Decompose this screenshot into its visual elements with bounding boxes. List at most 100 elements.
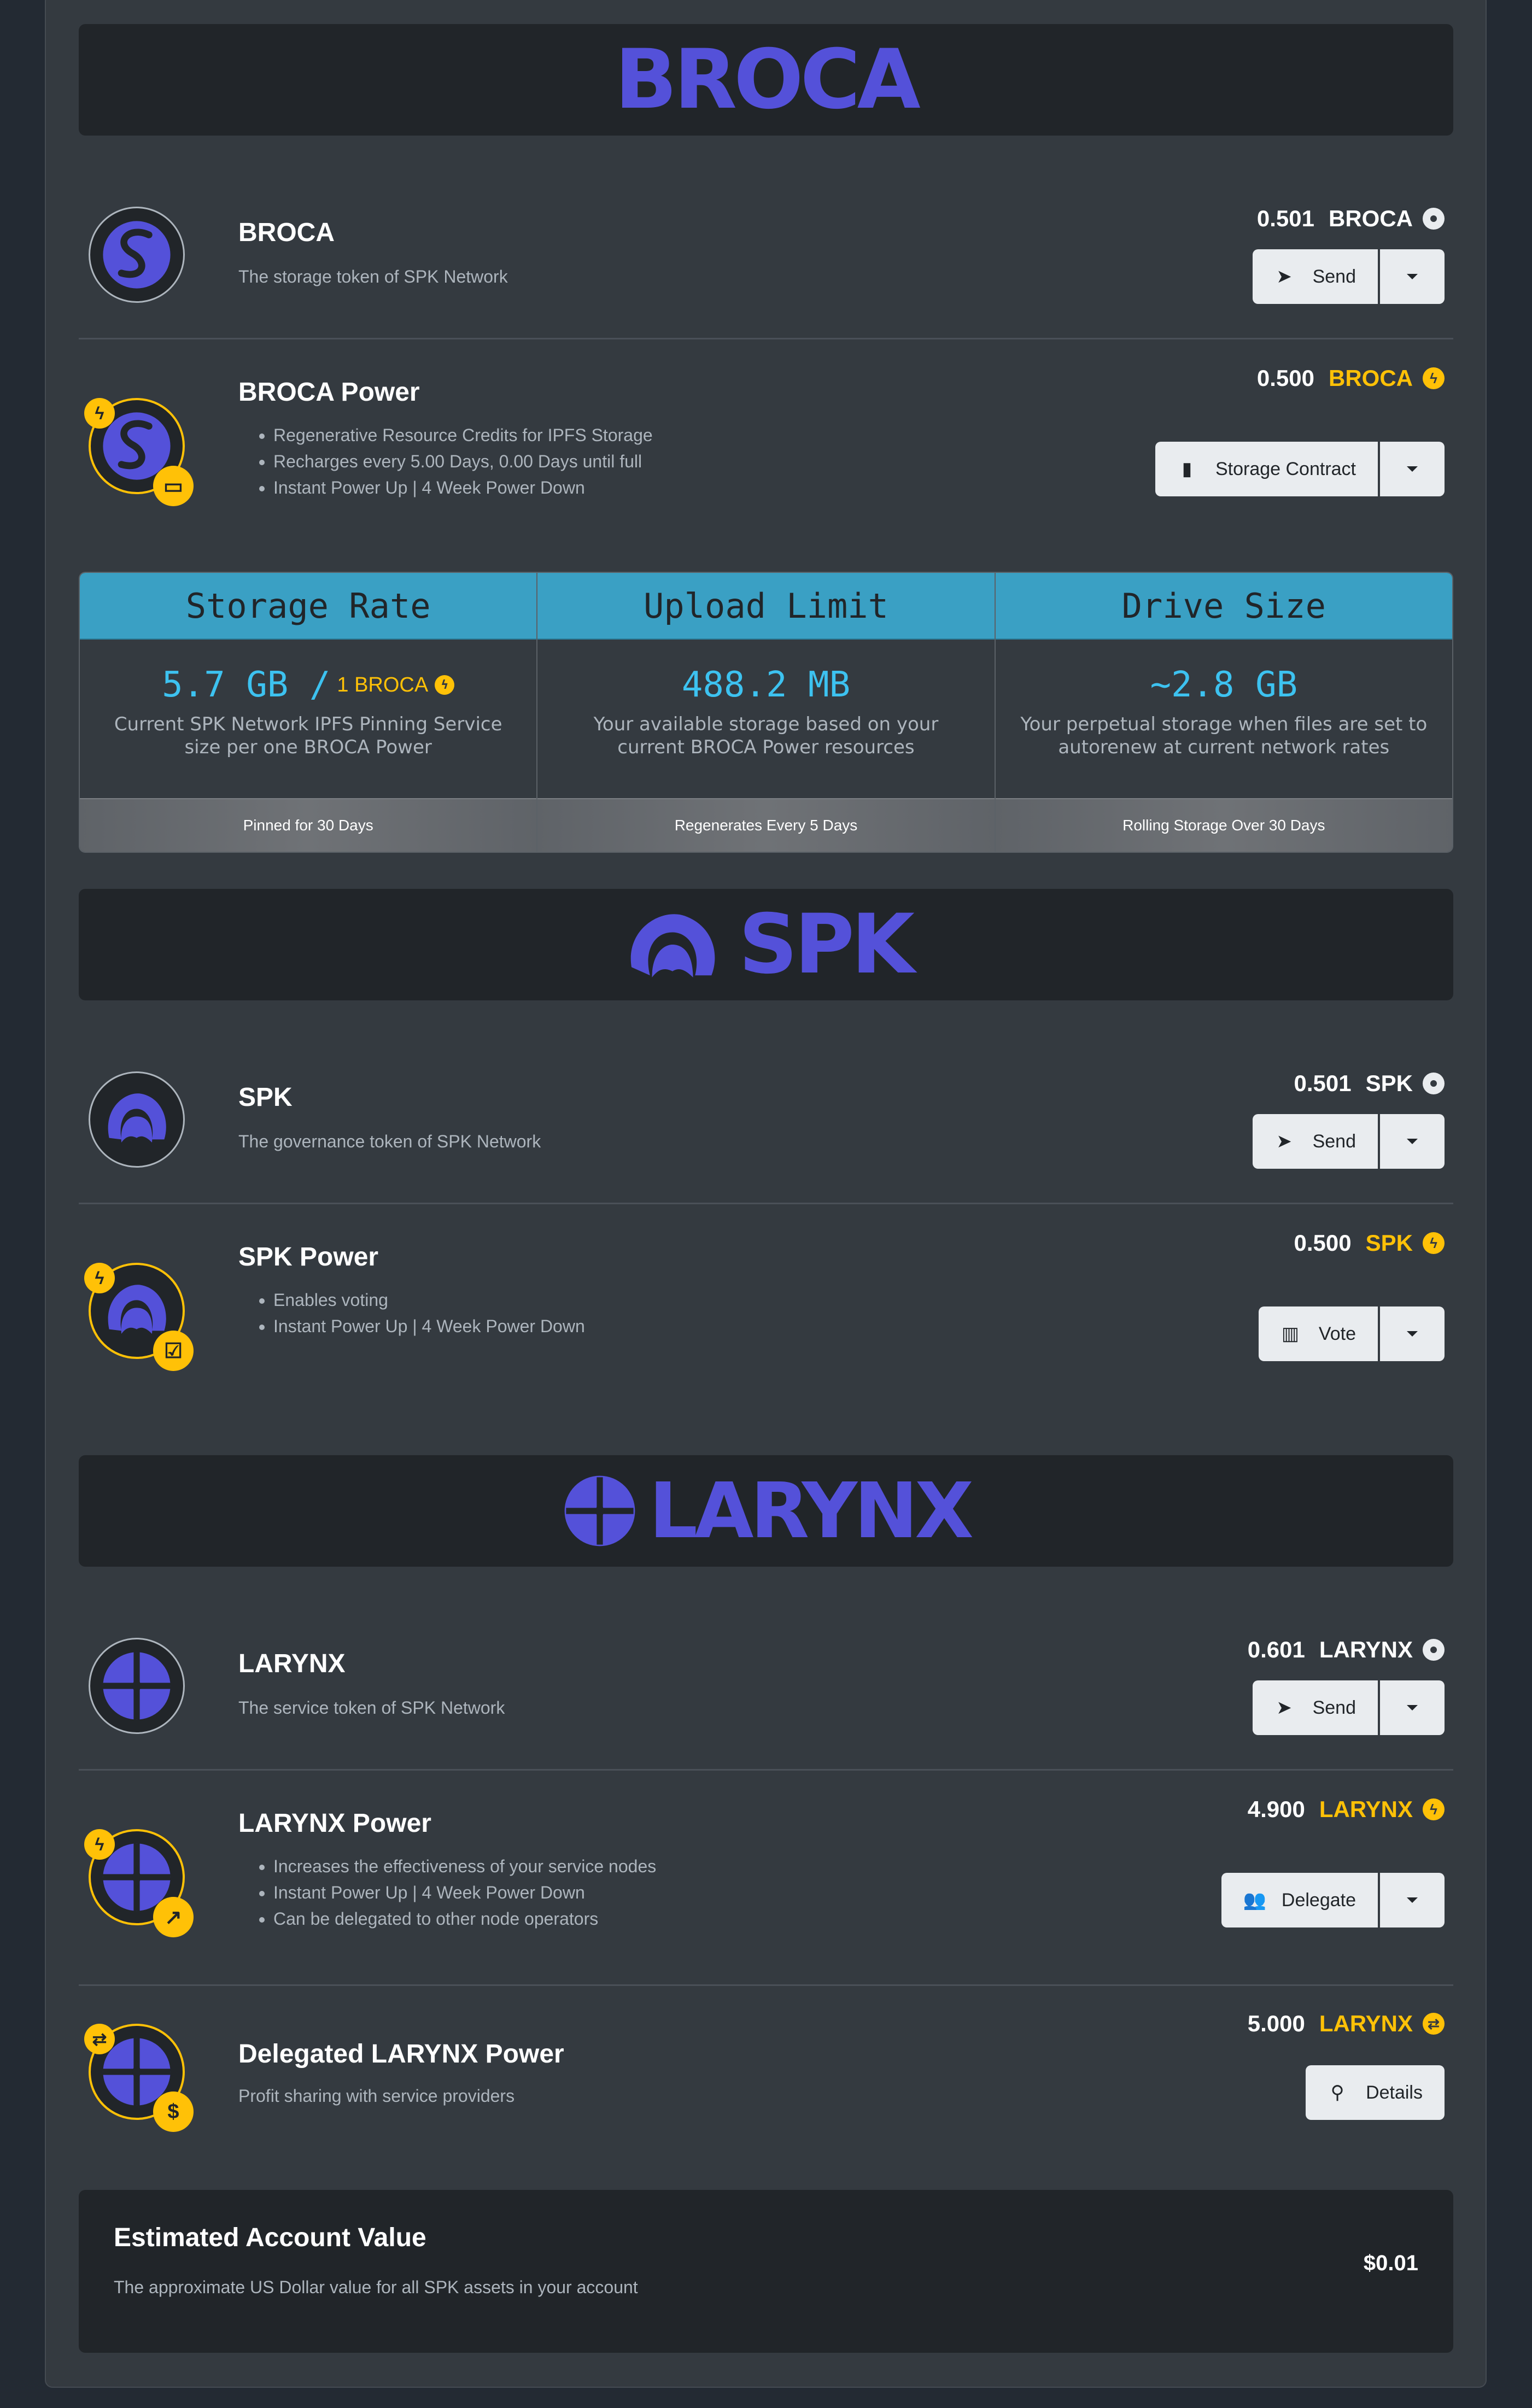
- list-item: Recharges every 5.00 Days, 0.00 Days unt…: [273, 448, 653, 474]
- details-button[interactable]: ⚲ Details: [1306, 2065, 1445, 2120]
- caret-down-icon: [1407, 1139, 1418, 1144]
- list-item: Instant Power Up | 4 Week Power Down: [273, 1879, 656, 1906]
- exchange-icon: ⇄: [84, 2024, 115, 2054]
- broca-power-bullets: Regenerative Resource Credits for IPFS S…: [238, 422, 653, 501]
- estimate-title: Estimated Account Value: [114, 2223, 426, 2252]
- broca-token-icon: [103, 221, 171, 289]
- coin-icon: [1423, 1639, 1445, 1661]
- search-icon: ⚲: [1330, 2082, 1344, 2103]
- coin-icon: [1423, 1073, 1445, 1094]
- card-desc: Your available storage based on your cur…: [593, 713, 939, 758]
- broca-send-group: ➤ Send: [1252, 249, 1445, 304]
- estimate-value: $0.01: [1363, 2251, 1418, 2275]
- broca-power-symbol: BROCA: [1329, 365, 1413, 391]
- card-desc: Current SPK Network IPFS Pinning Service…: [114, 713, 502, 758]
- spk-banner: SPK: [79, 889, 1453, 1000]
- spk-power-group: ▥ Vote: [1258, 1306, 1445, 1361]
- details-group: ⚲ Details: [1306, 2065, 1445, 2120]
- list-item: Instant Power Up | 4 Week Power Down: [273, 1313, 585, 1339]
- list-item: Regenerative Resource Credits for IPFS S…: [273, 422, 653, 448]
- delegate-dropdown-button[interactable]: [1380, 1873, 1445, 1927]
- spk-logo-icon: [630, 914, 715, 977]
- spk-title: SPK: [238, 1083, 293, 1112]
- larynx-banner: LARYNX: [79, 1455, 1453, 1567]
- spk-desc: The governance token of SPK Network: [238, 1132, 541, 1151]
- bolt-icon: ϟ: [84, 1263, 115, 1293]
- upload-limit-card: Upload Limit 488.2 MB Your available sto…: [537, 573, 996, 852]
- spk-avatar: [89, 1071, 185, 1168]
- hand-dollar-icon: $: [153, 2091, 194, 2132]
- larynx-logo-icon: [564, 1475, 635, 1546]
- divider: [79, 1203, 1453, 1204]
- delegate-button[interactable]: 👥 Delegate: [1221, 1873, 1378, 1927]
- larynx-power-symbol: LARYNX: [1319, 1796, 1413, 1822]
- broca-desc: The storage token of SPK Network: [238, 267, 508, 286]
- spk-power-bullets: Enables voting Instant Power Up | 4 Week…: [238, 1287, 585, 1339]
- broca-power-balance: 0.500 BROCA ϟ: [1257, 365, 1445, 391]
- delegated-balance: 5.000 LARYNX ⇄: [1248, 2011, 1445, 2037]
- spk-row: SPK The governance token of SPK Network …: [79, 1067, 1453, 1198]
- broca-send-button[interactable]: ➤ Send: [1252, 249, 1378, 304]
- users-icon: 👥: [1243, 1890, 1267, 1911]
- broca-avatar: [89, 207, 185, 303]
- list-item: Increases the effectiveness of your serv…: [273, 1853, 656, 1879]
- card-value: 488.2 MB: [681, 665, 851, 705]
- larynx-power-balance: 4.900 LARYNX ϟ: [1248, 1796, 1445, 1823]
- larynx-title: LARYNX: [238, 1649, 346, 1678]
- growth-chart-icon: ↗: [153, 1897, 194, 1937]
- broca-logo: BROCA: [615, 32, 921, 127]
- paper-plane-icon: ➤: [1276, 1131, 1292, 1152]
- spk-symbol: SPK: [1365, 1070, 1413, 1096]
- broca-title: BROCA: [238, 218, 335, 247]
- broca-power-row: ϟ ▭ BROCA Power Regenerative Resource Cr…: [79, 365, 1453, 536]
- delegated-row: ⇄ $ Delegated LARYNX Power Profit sharin…: [79, 2011, 1453, 2159]
- larynx-desc: The service token of SPK Network: [238, 1698, 505, 1718]
- list-item: Enables voting: [273, 1287, 585, 1313]
- broca-balance: 0.501 BROCA: [1257, 206, 1445, 232]
- card-title: Drive Size: [995, 573, 1452, 640]
- card-value: 5.7 GB / 1 BROCA ϟ: [80, 665, 536, 705]
- spk-dropdown-button[interactable]: [1380, 1114, 1445, 1169]
- larynx-power-group: 👥 Delegate: [1221, 1873, 1445, 1927]
- caret-down-icon: [1407, 1331, 1418, 1337]
- larynx-dropdown-button[interactable]: [1380, 1680, 1445, 1735]
- broca-power-dropdown-button[interactable]: [1380, 442, 1445, 496]
- bolt-icon: ϟ: [84, 398, 115, 429]
- estimated-value-card: Estimated Account Value The approximate …: [79, 2190, 1453, 2353]
- broca-banner: BROCA: [79, 24, 1453, 136]
- vote-check-icon: ☑: [153, 1331, 194, 1371]
- exchange-icon: ⇄: [1423, 2013, 1445, 2035]
- vote-dropdown-button[interactable]: [1380, 1306, 1445, 1361]
- card-footer: Pinned for 30 Days: [80, 798, 537, 852]
- broca-dropdown-button[interactable]: [1380, 249, 1445, 304]
- broca-symbol: BROCA: [1329, 206, 1413, 231]
- bolt-icon: ϟ: [1423, 367, 1445, 389]
- spk-power-balance: 0.500 SPK ϟ: [1294, 1230, 1445, 1256]
- vote-button[interactable]: ▥ Vote: [1258, 1306, 1378, 1361]
- spk-send-group: ➤ Send: [1252, 1114, 1445, 1169]
- spk-power-symbol: SPK: [1365, 1230, 1413, 1256]
- delegated-symbol: LARYNX: [1319, 2011, 1413, 2036]
- ballot-icon: ▥: [1281, 1323, 1299, 1344]
- file-icon: ▮: [1182, 459, 1192, 479]
- card-value: ~2.8 GB: [1150, 665, 1298, 705]
- larynx-avatar: [89, 1638, 185, 1734]
- bolt-icon: ϟ: [84, 1829, 115, 1860]
- larynx-send-button[interactable]: ➤ Send: [1252, 1680, 1378, 1735]
- card-desc: Your perpetual storage when files are se…: [1020, 713, 1428, 758]
- broca-power-amount: 0.500: [1256, 365, 1314, 391]
- broca-row: BROCA The storage token of SPK Network 0…: [79, 202, 1453, 333]
- spk-logo: SPK: [738, 897, 915, 992]
- storage-cards: Storage Rate 5.7 GB / 1 BROCA ϟ Current …: [79, 572, 1453, 853]
- larynx-send-group: ➤ Send: [1252, 1680, 1445, 1735]
- larynx-power-bullets: Increases the effectiveness of your serv…: [238, 1853, 656, 1932]
- card-title: Upload Limit: [537, 573, 995, 640]
- larynx-symbol: LARYNX: [1319, 1637, 1413, 1662]
- broca-amount: 0.501: [1256, 206, 1314, 231]
- larynx-power-amount: 4.900: [1247, 1796, 1305, 1822]
- spk-send-button[interactable]: ➤ Send: [1252, 1114, 1378, 1169]
- paper-plane-icon: ➤: [1276, 1697, 1292, 1718]
- divider: [79, 1984, 1453, 1986]
- caret-down-icon: [1407, 274, 1418, 279]
- storage-contract-button[interactable]: ▮ Storage Contract: [1155, 442, 1378, 496]
